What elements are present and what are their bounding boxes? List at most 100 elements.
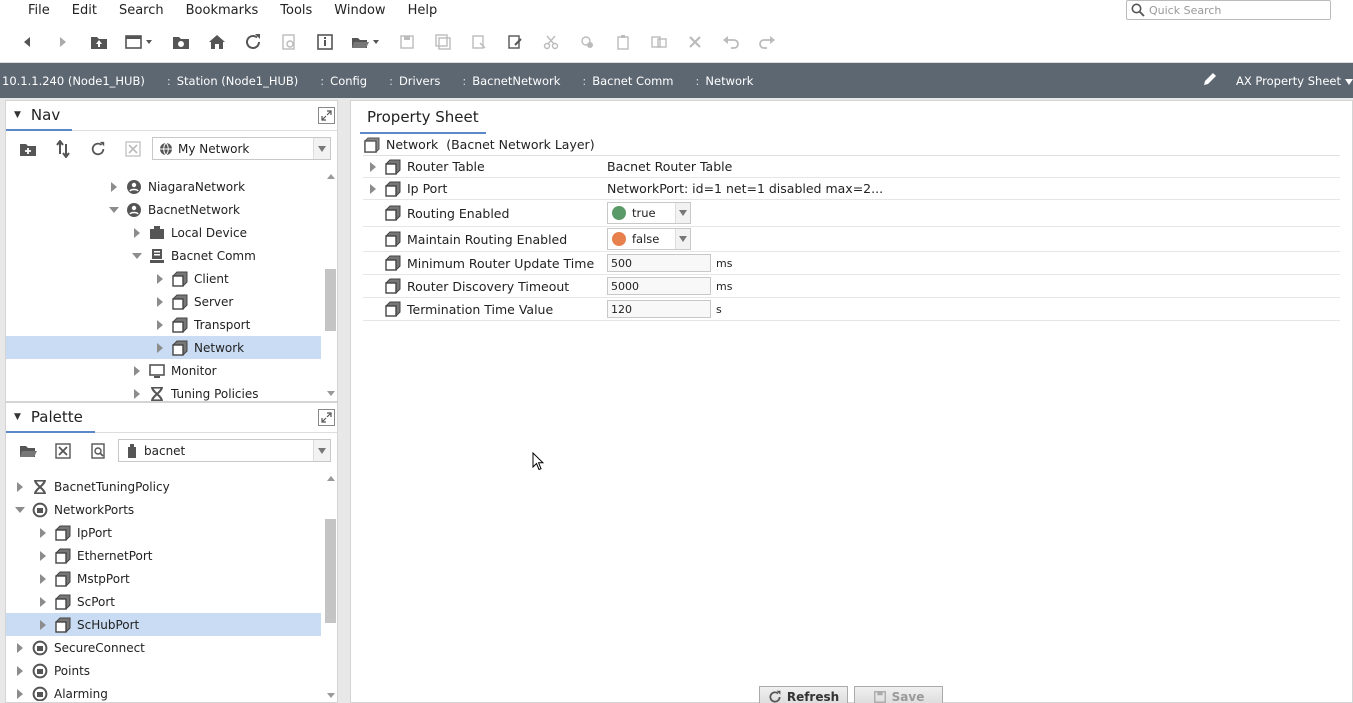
quick-search[interactable] <box>1126 0 1331 20</box>
collapsed-arrow-icon[interactable] <box>38 527 48 538</box>
number-field[interactable] <box>607 300 711 318</box>
export-icon[interactable] <box>466 29 492 55</box>
find-palette-icon[interactable] <box>86 439 110 463</box>
nav-tab[interactable]: ▼ Nav <box>6 101 73 131</box>
expanded-arrow-icon[interactable] <box>132 251 142 261</box>
collapsed-arrow-icon[interactable] <box>15 642 25 653</box>
palette-item-scport[interactable]: ScPort <box>6 590 115 613</box>
edit-doc-icon[interactable] <box>502 29 528 55</box>
palette-item-secureconnect[interactable]: SecureConnect <box>6 636 145 659</box>
menu-file[interactable]: File <box>0 0 61 22</box>
copy-icon[interactable] <box>574 29 600 55</box>
collapsed-arrow-icon[interactable] <box>155 342 165 353</box>
delete-icon[interactable] <box>682 29 708 55</box>
nav-scrollbar[interactable] <box>325 169 336 401</box>
collapsed-arrow-icon[interactable] <box>15 688 25 699</box>
palette-item-mstpport[interactable]: MstpPort <box>6 567 130 590</box>
nav-item-network[interactable]: Network <box>6 336 321 359</box>
collapsed-arrow-icon[interactable] <box>109 181 119 192</box>
collapsed-arrow-icon[interactable] <box>368 183 378 194</box>
menu-help[interactable]: Help <box>397 0 449 22</box>
hyperlink-icon[interactable] <box>276 29 302 55</box>
home-icon[interactable] <box>204 29 230 55</box>
scroll-up-icon[interactable] <box>327 174 335 179</box>
chevron-down-icon[interactable] <box>313 440 330 461</box>
palette-tab[interactable]: ▼ Palette <box>6 403 95 433</box>
paste-icon[interactable] <box>610 29 636 55</box>
nav-item-bacnet-comm[interactable]: Bacnet Comm <box>6 244 256 267</box>
boolean-select[interactable]: true <box>607 202 691 224</box>
menu-bookmarks[interactable]: Bookmarks <box>175 0 270 22</box>
nav-item-client[interactable]: Client <box>6 267 229 290</box>
info-icon[interactable] <box>312 29 338 55</box>
collapsed-arrow-icon[interactable] <box>155 319 165 330</box>
chevron-down-icon[interactable] <box>313 138 330 159</box>
refresh-button[interactable]: Refresh <box>759 686 848 703</box>
number-field[interactable] <box>607 254 711 272</box>
breadcrumb-bacnet-comm[interactable]: : Bacnet Comm <box>582 74 695 88</box>
palette-select[interactable]: bacnet <box>118 439 331 462</box>
nav-item-monitor[interactable]: Monitor <box>6 359 217 382</box>
nav-item-tuning-policies[interactable]: Tuning Policies <box>6 382 258 401</box>
breadcrumb-network[interactable]: : Network <box>696 74 776 88</box>
save-all-icon[interactable] <box>430 29 456 55</box>
palette-scrollbar[interactable] <box>325 471 336 702</box>
palette-item-networkports[interactable]: NetworkPorts <box>6 498 134 521</box>
collapsed-arrow-icon[interactable] <box>155 296 165 307</box>
scroll-down-icon[interactable] <box>327 693 335 698</box>
collapsed-arrow-icon[interactable] <box>368 161 378 172</box>
undo-icon[interactable] <box>718 29 744 55</box>
number-field[interactable] <box>607 277 711 295</box>
collapse-arrow-icon[interactable]: ▼ <box>14 110 21 120</box>
breadcrumb-drivers[interactable]: : Drivers <box>389 74 462 88</box>
maximize-icon[interactable] <box>318 409 335 426</box>
refresh-icon[interactable] <box>86 137 110 161</box>
nav-root-select[interactable]: My Network <box>152 137 331 160</box>
collapsed-arrow-icon[interactable] <box>38 573 48 584</box>
nav-item-bacnetnetwork[interactable]: BacnetNetwork <box>6 198 240 221</box>
expanded-arrow-icon[interactable] <box>109 205 119 215</box>
redo-icon[interactable] <box>754 29 780 55</box>
quick-search-input[interactable] <box>1149 3 1319 17</box>
breadcrumb-station[interactable]: : Station (Node1_HUB) <box>167 74 320 88</box>
save-button[interactable]: Save <box>854 686 943 703</box>
palette-item-ipport[interactable]: IpPort <box>6 521 112 544</box>
collapsed-arrow-icon[interactable] <box>38 550 48 561</box>
back-button[interactable] <box>14 29 40 55</box>
new-folder-icon[interactable] <box>16 137 40 161</box>
nav-item-local-device[interactable]: Local Device <box>6 221 247 244</box>
view-selector[interactable]: AX Property Sheet <box>1202 63 1353 98</box>
open-palette-icon[interactable] <box>16 439 40 463</box>
menu-tools[interactable]: Tools <box>269 0 323 22</box>
boolean-select[interactable]: false <box>607 228 691 250</box>
scroll-up-icon[interactable] <box>327 476 335 481</box>
nav-item-niagaranetwork[interactable]: NiagaraNetwork <box>6 175 245 198</box>
duplicate-icon[interactable] <box>646 29 672 55</box>
menu-window[interactable]: Window <box>323 0 396 22</box>
menu-search[interactable]: Search <box>108 0 175 22</box>
collapsed-arrow-icon[interactable] <box>38 619 48 630</box>
nav-item-server[interactable]: Server <box>6 290 233 313</box>
collapsed-arrow-icon[interactable] <box>15 665 25 676</box>
palette-item-schubport[interactable]: ScHubPort <box>6 613 321 636</box>
palette-item-ethernetport[interactable]: EthernetPort <box>6 544 152 567</box>
collapse-arrow-icon[interactable]: ▼ <box>14 412 21 422</box>
save-icon[interactable] <box>394 29 420 55</box>
sync-tree-icon[interactable] <box>51 137 75 161</box>
forward-button[interactable] <box>50 29 76 55</box>
menu-edit[interactable]: Edit <box>61 0 108 22</box>
collapsed-arrow-icon[interactable] <box>38 596 48 607</box>
cut-icon[interactable] <box>538 29 564 55</box>
collapsed-arrow-icon[interactable] <box>155 273 165 284</box>
scroll-thumb[interactable] <box>325 519 336 623</box>
breadcrumb-host[interactable]: 10.1.1.240 (Node1_HUB) <box>0 74 167 88</box>
scroll-down-icon[interactable] <box>327 391 335 396</box>
collapsed-arrow-icon[interactable] <box>132 365 142 376</box>
tab-property-sheet[interactable]: Property Sheet <box>360 101 486 134</box>
maximize-icon[interactable] <box>318 107 335 124</box>
scroll-thumb[interactable] <box>325 269 336 331</box>
nav-item-transport[interactable]: Transport <box>6 313 250 336</box>
station-button[interactable] <box>168 29 194 55</box>
new-window-button[interactable] <box>122 29 158 55</box>
expanded-arrow-icon[interactable] <box>15 505 25 515</box>
